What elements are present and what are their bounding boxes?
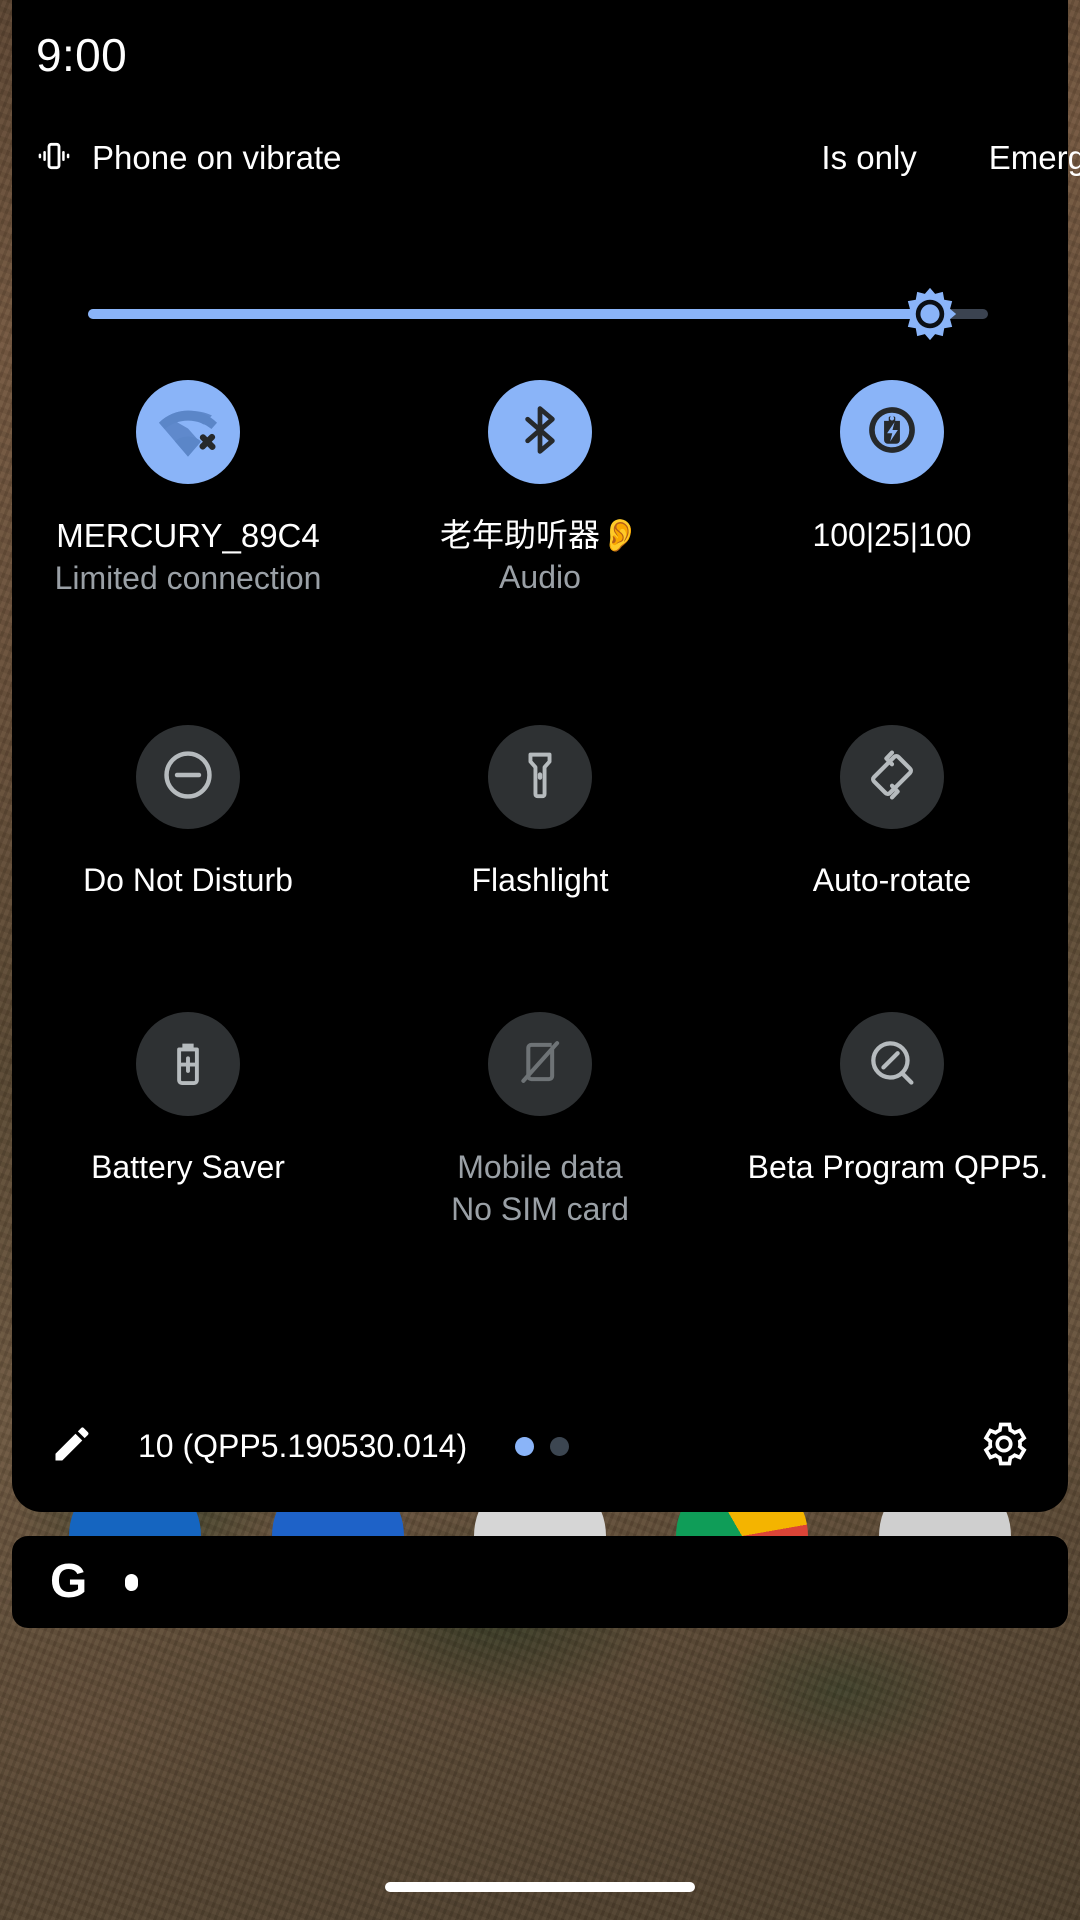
quick-settings-header: Phone on vibrate Is only Emerg [12, 130, 1080, 186]
tile-label: Mobile data [457, 1149, 623, 1186]
tile-label: Auto-rotate [812, 862, 972, 899]
tile-label: Battery Saver [91, 1149, 285, 1186]
gear-icon[interactable] [978, 1418, 1030, 1475]
build-version-label: 10 (QPP5.190530.014) [138, 1427, 468, 1464]
gesture-nav-pill[interactable] [385, 1882, 695, 1892]
tile-sublabel: No SIM card [451, 1191, 629, 1228]
tile-label: Flashlight [471, 862, 609, 899]
tile-label: Beta Program QPP5. [747, 1149, 1049, 1186]
tile-flashlight[interactable]: Flashlight [364, 725, 716, 900]
tile-icon-wrapper[interactable] [135, 380, 240, 484]
vibrate-icon [34, 136, 74, 181]
tile-bluetooth[interactable]: 老年助听器👂 Audio [364, 380, 716, 597]
tile-label: 老年助听器👂 [440, 517, 640, 553]
tile-auto-rotate[interactable]: Auto-rotate [716, 725, 1068, 900]
carrier-label-2: Emerg [988, 139, 1080, 176]
page-dot[interactable] [550, 1436, 570, 1456]
tile-beta-program[interactable]: Beta Program QPP5. [716, 1012, 1068, 1228]
mobile-data-off-icon [513, 1035, 567, 1094]
tile-row-2: Do Not Disturb Flashlight Auto-rotate [12, 725, 1068, 900]
tile-icon-wrapper[interactable] [839, 725, 944, 830]
tile-icon-wrapper[interactable] [135, 725, 240, 830]
page-indicator-dots[interactable] [515, 1436, 570, 1456]
ringer-status-group[interactable]: Phone on vibrate [12, 136, 342, 181]
brightness-icon[interactable] [902, 286, 958, 342]
tile-sublabel: Audio [499, 559, 581, 596]
google-g-icon: G [50, 1555, 88, 1608]
status-bar: 9:00 [12, 0, 1068, 110]
battery-share-icon [864, 402, 920, 463]
tile-icon-wrapper[interactable] [487, 725, 592, 830]
pencil-icon[interactable] [50, 1422, 94, 1471]
tile-icon-wrapper[interactable] [839, 380, 944, 484]
tile-battery-saver[interactable]: Battery Saver [12, 1012, 364, 1228]
quick-settings-tiles: MERCURY_89C4 Limited connection 老年助听器👂 A… [12, 380, 1068, 1228]
tile-battery-share[interactable]: 100|25|100 [716, 380, 1068, 597]
brightness-fill [88, 309, 927, 319]
auto-rotate-icon [864, 747, 920, 808]
brightness-slider[interactable] [88, 287, 988, 341]
tile-row-3: Battery Saver Mobile data No SIM card Be… [12, 1012, 1068, 1228]
tile-icon-wrapper[interactable] [135, 1012, 240, 1117]
tile-icon-wrapper[interactable] [487, 380, 592, 484]
tile-label: Do Not Disturb [83, 862, 293, 899]
quick-settings-panel: 9:00 Phone on vibrate Is only Emerg MERC… [12, 0, 1080, 1512]
flashlight-icon [514, 749, 566, 806]
beta-program-icon [865, 1035, 919, 1094]
do-not-disturb-icon [160, 747, 216, 808]
tile-mobile-data[interactable]: Mobile data No SIM card [364, 1012, 716, 1228]
qs-google-search-strip[interactable]: G [12, 1536, 1068, 1628]
tile-do-not-disturb[interactable]: Do Not Disturb [12, 725, 364, 900]
tile-label: 100|25|100 [812, 517, 972, 553]
battery-saver-icon [162, 1036, 214, 1093]
wifi-off-icon [158, 401, 217, 464]
status-bar-clock: 9:00 [36, 29, 128, 81]
bluetooth-icon [513, 403, 567, 462]
tile-label: MERCURY_89C4 [56, 517, 320, 554]
tile-icon-wrapper[interactable] [839, 1012, 944, 1117]
mic-dot-icon[interactable] [125, 1573, 139, 1591]
carrier-label-1: Is only [821, 139, 917, 176]
quick-settings-footer: 10 (QPP5.190530.014) [12, 1380, 1068, 1512]
vibrate-status-label: Phone on vibrate [92, 139, 342, 176]
carrier-labels: Is only Emerg [821, 130, 1080, 186]
page-dot-active[interactable] [515, 1436, 535, 1456]
tile-wifi[interactable]: MERCURY_89C4 Limited connection [12, 380, 364, 597]
tile-sublabel: Limited connection [54, 560, 322, 597]
tile-icon-wrapper[interactable] [487, 1012, 592, 1117]
tile-row-1: MERCURY_89C4 Limited connection 老年助听器👂 A… [12, 380, 1068, 597]
